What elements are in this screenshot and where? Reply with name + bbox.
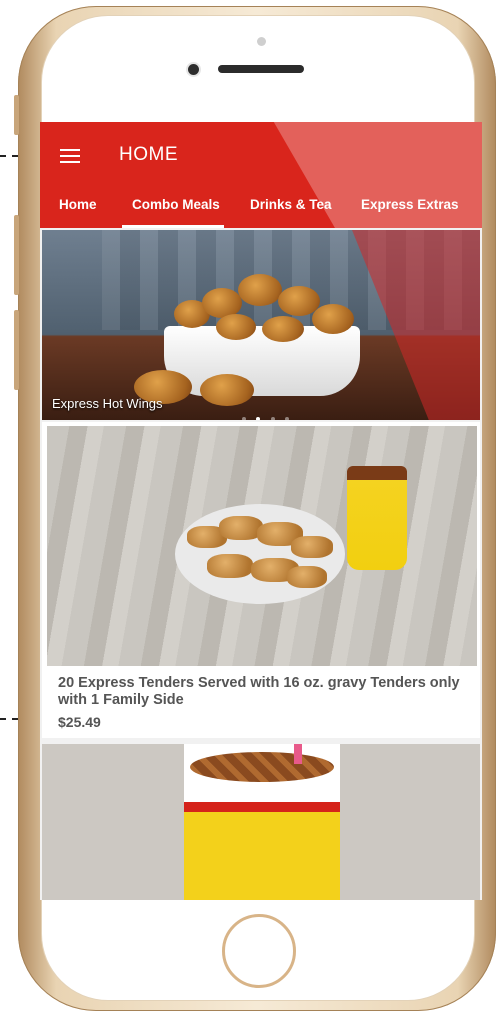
menu-item-price: $25.49	[58, 714, 101, 730]
mute-switch	[14, 95, 19, 135]
home-button[interactable]	[222, 914, 296, 988]
tender	[291, 536, 333, 558]
active-tab-indicator	[122, 225, 224, 228]
app-screen: HOME Home Combo Meals Drinks & Tea Expre…	[40, 122, 482, 900]
sensor-dot	[257, 37, 266, 46]
wing	[262, 316, 304, 342]
tab-bar: Home Combo Meals Drinks & Tea Express Ex…	[40, 194, 482, 228]
wing	[238, 274, 282, 306]
guide-line	[0, 718, 18, 720]
tab-combo-meals[interactable]: Combo Meals	[132, 197, 220, 212]
promo-banner[interactable]: Express Hot Wings	[42, 230, 480, 420]
iced-tea-cup	[184, 744, 340, 900]
wing	[216, 314, 256, 340]
hamburger-menu-icon[interactable]	[60, 149, 80, 163]
wing	[312, 304, 354, 334]
tab-express-extras[interactable]: Express Extras	[361, 197, 459, 212]
volume-up-button	[14, 215, 19, 295]
carousel-dot[interactable]	[270, 417, 275, 420]
wing	[200, 374, 254, 406]
app-bar: HOME Home Combo Meals Drinks & Tea Expre…	[40, 122, 482, 228]
carousel-dot[interactable]	[242, 417, 246, 420]
volume-down-button	[14, 310, 19, 390]
straw	[294, 744, 302, 764]
guide-line	[0, 155, 18, 157]
menu-item-card[interactable]: 20 Express Tenders Served with 16 oz. gr…	[42, 422, 480, 738]
page-title: HOME	[119, 144, 178, 165]
tab-home[interactable]: Home	[59, 197, 97, 212]
drink-cup	[347, 466, 407, 570]
carousel-dots[interactable]	[242, 408, 295, 420]
carousel-dot-active[interactable]	[256, 417, 261, 420]
menu-item-image	[47, 426, 477, 666]
tender	[287, 566, 327, 588]
carousel-dot[interactable]	[285, 417, 290, 420]
wings-bowl	[164, 326, 360, 396]
tender	[207, 554, 253, 578]
earpiece-speaker	[218, 65, 304, 73]
tab-drinks-tea[interactable]: Drinks & Tea	[250, 197, 332, 212]
banner-caption: Express Hot Wings	[52, 396, 163, 411]
menu-item-card[interactable]	[42, 744, 480, 900]
menu-item-title: 20 Express Tenders Served with 16 oz. gr…	[58, 675, 460, 708]
ice-tea	[190, 752, 334, 782]
front-camera	[188, 64, 199, 75]
